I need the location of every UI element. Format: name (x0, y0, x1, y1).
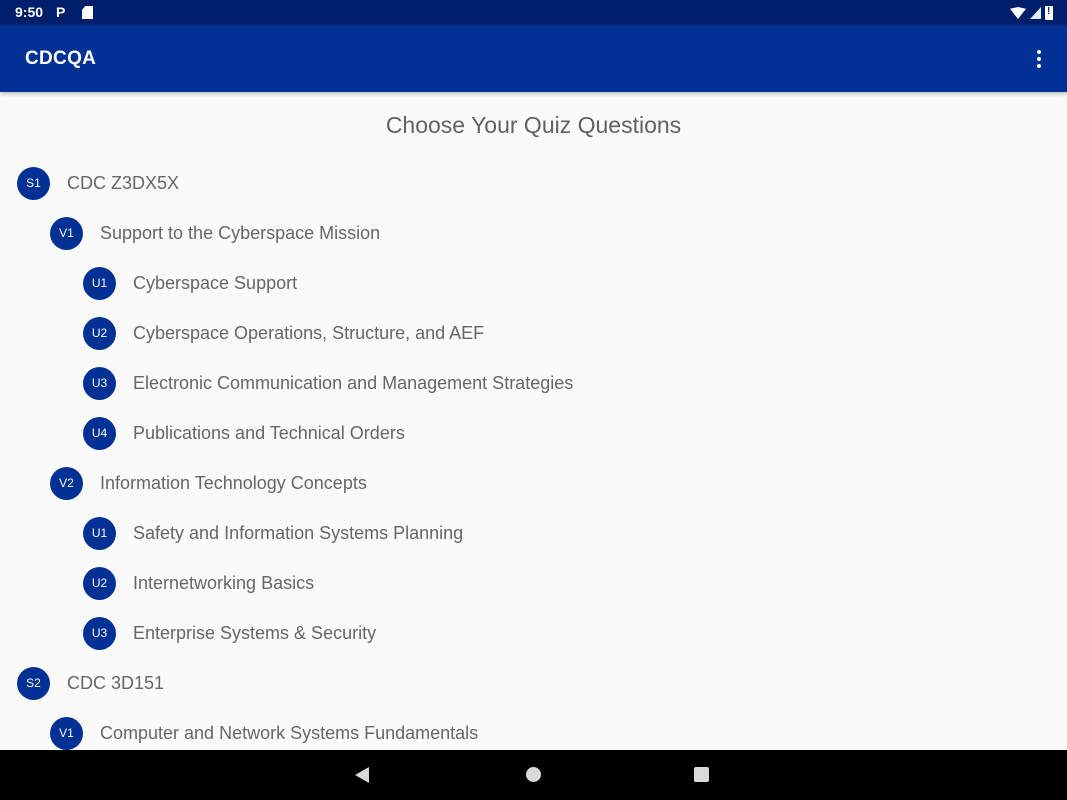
item-label: Enterprise Systems & Security (133, 622, 377, 643)
item-label: Safety and Information Systems Planning (133, 522, 464, 543)
tree-item-level-2[interactable]: U1 Safety and Information Systems Plannin… (83, 516, 463, 550)
item-label: Cyberspace Operations, Structure, and AE… (133, 322, 485, 343)
main-content: Choose Your Quiz Questions S1 CDC Z3DX5X V… (0, 92, 1067, 750)
item-label: Internetworking Basics (133, 572, 315, 593)
sd-card-icon (82, 6, 93, 19)
item-label: Publications and Technical Orders (133, 422, 405, 443)
parking-icon: P (56, 4, 66, 20)
item-label: Information Technology Concepts (100, 472, 367, 493)
tree-item-level-2[interactable]: U2 Internetworking Basics (83, 566, 314, 600)
tree-item-level-1[interactable]: V1 Computer and Network Systems Fundament… (50, 716, 478, 750)
item-label: Computer and Network Systems Fundamental… (100, 722, 479, 743)
item-badge: V1 (50, 716, 83, 750)
item-label: CDC 3D151 (67, 672, 165, 693)
item-label: Cyberspace Support (133, 272, 298, 293)
status-icons (1010, 5, 1053, 21)
tree-item-level-2[interactable]: U3 Electronic Communication and Managemen… (83, 366, 573, 400)
back-icon[interactable] (355, 767, 369, 783)
status-bar: 9:50 P (0, 0, 1067, 25)
tree-item-level-2[interactable]: U4 Publications and Technical Orders (83, 416, 405, 450)
item-badge: U3 (83, 616, 116, 650)
recents-icon[interactable] (694, 767, 709, 782)
item-badge: V1 (50, 216, 83, 250)
cell-signal-icon (1030, 7, 1041, 19)
tree-item-level-2[interactable]: U1 Cyberspace Support (83, 266, 297, 300)
item-badge: S2 (17, 666, 50, 700)
status-time: 9:50 (15, 4, 44, 20)
tree-item-level-1[interactable]: V1 Support to the Cyberspace Mission (50, 216, 380, 250)
item-badge: U1 (83, 516, 116, 550)
tree-item-level-2[interactable]: U3 Enterprise Systems & Security (83, 616, 376, 650)
tree-item-level-2[interactable]: U2 Cyberspace Operations, Structure, and … (83, 316, 484, 350)
item-label: Electronic Communication and Management … (133, 372, 574, 393)
tree-item-level-0[interactable]: S1 CDC Z3DX5X (17, 166, 179, 200)
item-badge: U3 (83, 366, 116, 400)
tree-item-level-1[interactable]: V2 Information Technology Concepts (50, 466, 367, 500)
item-badge: S1 (17, 166, 50, 200)
battery-alert-icon (1045, 6, 1053, 20)
app-title: CDCQA (25, 48, 97, 69)
item-badge: V2 (50, 466, 83, 500)
home-icon[interactable] (526, 767, 541, 782)
more-vert-icon[interactable] (1027, 45, 1051, 73)
tree-item-level-0[interactable]: S2 CDC 3D151 (17, 666, 164, 700)
item-label: Support to the Cyberspace Mission (100, 222, 381, 243)
item-badge: U4 (83, 416, 116, 450)
wifi-icon (1010, 7, 1026, 19)
item-badge: U2 (83, 566, 116, 600)
item-badge: U2 (83, 316, 116, 350)
page-title: Choose Your Quiz Questions (385, 112, 682, 138)
item-badge: U1 (83, 266, 116, 300)
app-bar: CDCQA (0, 25, 1067, 92)
navigation-bar (0, 750, 1067, 800)
item-label: CDC Z3DX5X (67, 172, 180, 193)
